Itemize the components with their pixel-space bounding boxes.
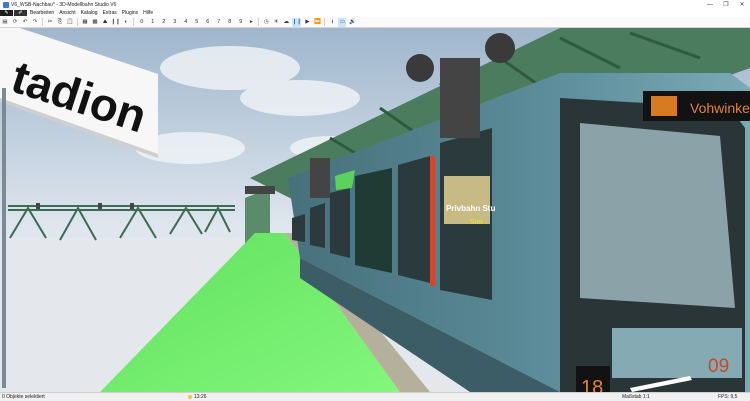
time-status: 13:26 (188, 394, 207, 400)
title-bar: V6_WSB-Nachbau* - 3D-Modellbahn Studio V… (0, 0, 750, 9)
ad-text-1: Privbahn Stu (446, 204, 495, 213)
ad-text-2: Sim (470, 219, 483, 226)
3d-viewport[interactable]: tadion Vohwinkel 18 09 Privbahn Stu Sim (0, 28, 750, 392)
toolbar-separator (77, 18, 78, 26)
camera-slot-5[interactable]: 5 (192, 18, 201, 27)
toolbar: ▤ ⟳ ↶ ↷ ✂ ⎘ 📋 ▦ ▩ ⛰ ❙❙ ◐ 0 1 2 3 4 5 6 7… (0, 17, 750, 28)
scale-status: Maßstab 1:1 (622, 394, 650, 400)
menu-extras[interactable]: Extras (103, 10, 117, 16)
edit-mode-tab[interactable]: ✎ (0, 10, 13, 16)
copy-icon[interactable]: ⎘ (56, 18, 64, 27)
download-icon[interactable]: ⭳ (328, 18, 336, 27)
camera-slot-6[interactable]: 6 (203, 18, 212, 27)
app-icon (3, 1, 9, 8)
paste-icon[interactable]: 📋 (66, 18, 74, 27)
menu-plugins[interactable]: Plugins (122, 10, 138, 16)
redo-icon[interactable]: ↷ (31, 18, 39, 27)
fps-status: FPS: 9,5 (718, 394, 738, 400)
play-pause-icon[interactable]: ❙❙ (292, 17, 302, 27)
toolbar-separator (324, 18, 326, 26)
ad-poster (444, 176, 490, 224)
toolbar-separator (258, 18, 260, 26)
fast-forward-icon[interactable]: ⏩ (313, 18, 321, 27)
view-icon[interactable]: ◐ (122, 18, 130, 27)
camera-slot-0[interactable]: 0 (137, 18, 146, 27)
vr-icon[interactable]: ▭ (338, 17, 347, 27)
menu-hilfe[interactable]: Hilfe (143, 10, 153, 16)
window-title: V6_WSB-Nachbau* - 3D-Modellbahn Studio V… (11, 1, 117, 8)
layout-icon[interactable]: ▤ (1, 18, 9, 27)
camera-slot-4[interactable]: 4 (181, 18, 190, 27)
close-button[interactable]: ✕ (734, 0, 750, 9)
undo-icon[interactable]: ↶ (21, 18, 29, 27)
time-value: 13:26 (194, 394, 207, 400)
menu-ansicht[interactable]: Ansicht (59, 10, 75, 16)
sun-icon (188, 394, 192, 399)
selection-status: 0 Objekte selektiert (2, 394, 45, 400)
camera-slot-8[interactable]: 8 (225, 18, 234, 27)
camera-slot-9[interactable]: 9 (236, 18, 245, 27)
menu-bar: ✎ ✐ Bearbeiten Ansicht Katalog Extras Pl… (0, 9, 750, 17)
destination-display: Vohwinkel (690, 100, 750, 116)
camera-next-icon[interactable]: ▸ (247, 18, 255, 27)
menu-katalog[interactable]: Katalog (81, 10, 98, 16)
camera-slot-2[interactable]: 2 (159, 18, 168, 27)
catalog-icon[interactable]: ▦ (81, 18, 89, 27)
cut-icon[interactable]: ✂ (46, 18, 54, 27)
terrain-icon[interactable]: ⛰ (101, 18, 109, 27)
toolbar-separator (133, 18, 135, 26)
play-icon[interactable]: ▶ (303, 18, 311, 27)
draw-mode-tab[interactable]: ✐ (14, 10, 27, 16)
sun-icon[interactable]: ☀ (272, 18, 280, 27)
pause-icon[interactable]: ❙❙ (111, 18, 120, 27)
refresh-icon[interactable]: ⟳ (11, 18, 19, 27)
maximize-button[interactable]: ❐ (718, 0, 734, 9)
sound-icon[interactable]: 🔊 (348, 18, 356, 27)
sign-pole (2, 88, 6, 388)
minimize-button[interactable]: — (702, 0, 718, 9)
toolbar-separator (42, 18, 43, 26)
camera-slot-3[interactable]: 3 (170, 18, 179, 27)
weather-icon[interactable]: ☁ (282, 18, 290, 27)
grid-icon[interactable]: ▩ (91, 18, 99, 27)
car-number: 09 (708, 356, 729, 377)
camera-slot-7[interactable]: 7 (214, 18, 223, 27)
window-controls: — ❐ ✕ (702, 0, 750, 9)
scene-render: tadion Vohwinkel 18 09 Privbahn Stu Sim (0, 28, 750, 392)
camera-slot-1[interactable]: 1 (148, 18, 157, 27)
clock-icon[interactable]: ◷ (262, 18, 270, 27)
line-number-display: 18 (581, 377, 603, 392)
menu-bearbeiten[interactable]: Bearbeiten (30, 10, 54, 16)
